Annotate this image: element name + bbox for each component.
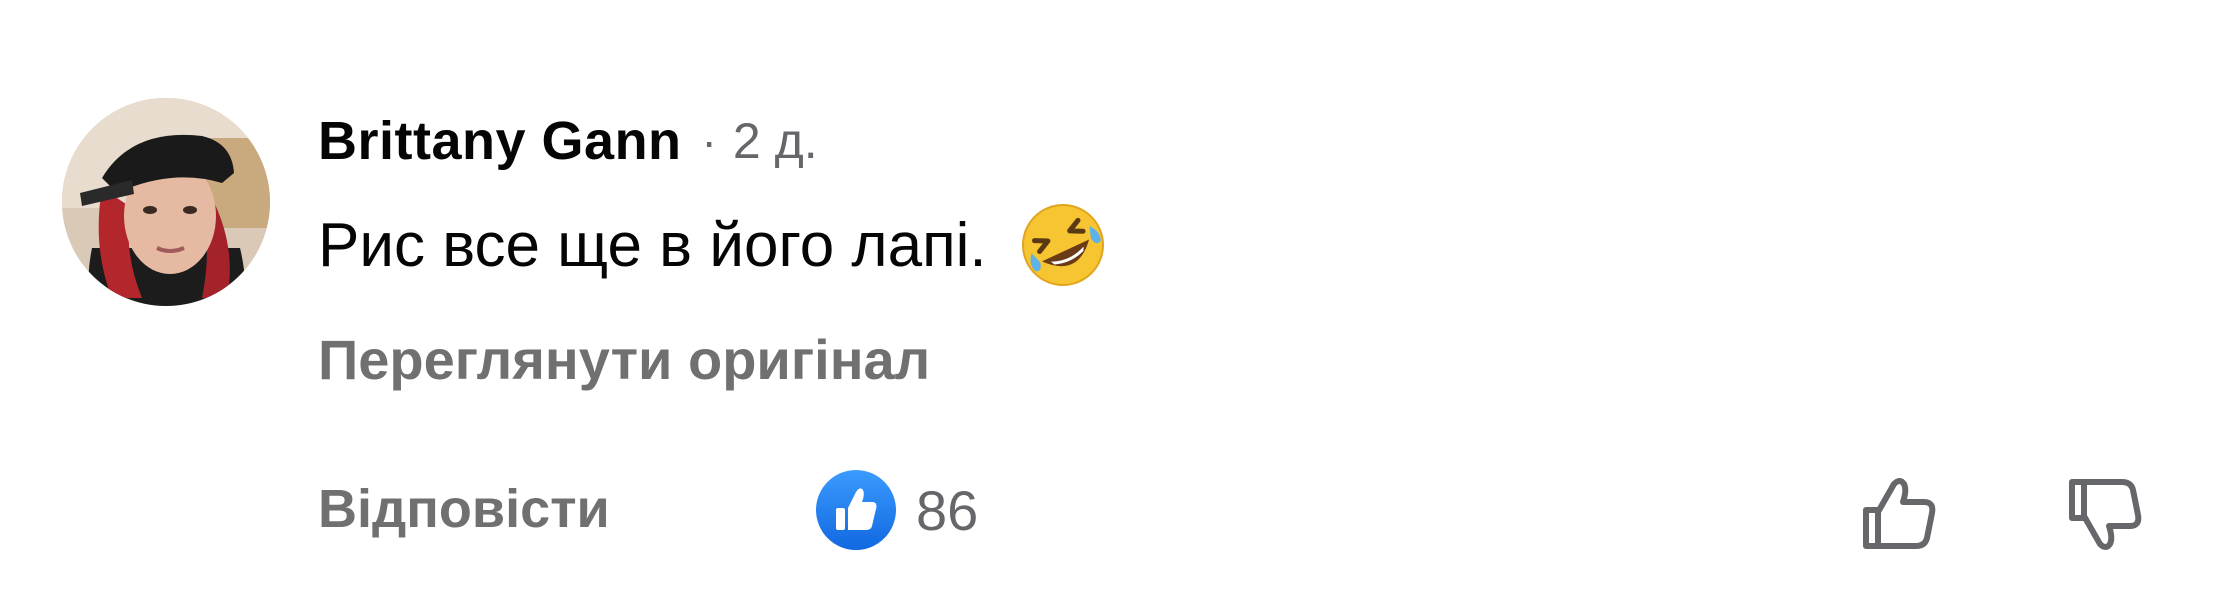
reaction-count: 86 (916, 478, 979, 542)
see-original-link[interactable]: Переглянути оригінал (318, 327, 930, 392)
comment-header: Brittany Gann · 2 д. (318, 108, 818, 174)
timestamp[interactable]: 2 д. (733, 112, 818, 170)
separator-dot: · (701, 115, 717, 167)
reactions-summary[interactable]: 86 (814, 470, 978, 550)
thumbs-down-outline-icon[interactable] (2060, 470, 2148, 558)
comment: Brittany Gann · 2 д. Рис все ще в його л… (0, 0, 2226, 600)
comment-text: Рис все ще в його лапі. (318, 210, 987, 280)
like-icon (814, 468, 898, 552)
rolling-on-floor-laughing-emoji (1017, 199, 1109, 291)
avatar[interactable] (62, 98, 270, 306)
comment-body: Рис все ще в його лапі. (318, 204, 1109, 286)
comment-actions: Відповісти 86 (318, 470, 2198, 550)
author-name[interactable]: Brittany Gann (318, 110, 682, 172)
thumbs-up-outline-icon[interactable] (1854, 470, 1942, 558)
reply-button[interactable]: Відповісти (318, 478, 610, 540)
